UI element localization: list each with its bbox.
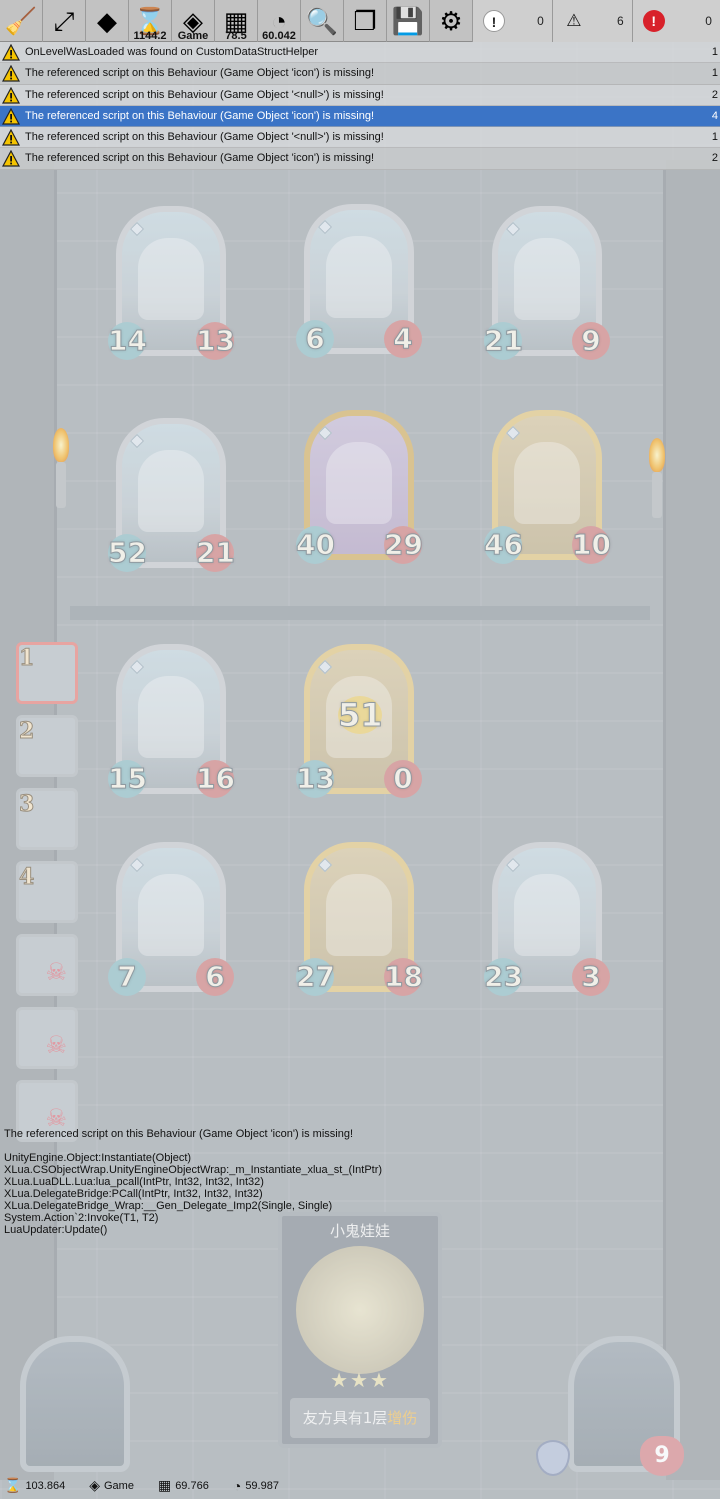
hourglass-icon: ⌛: [4, 1477, 22, 1493]
log-entry[interactable]: The referenced script on this Behaviour …: [0, 105, 720, 128]
search-button[interactable]: 🔍: [301, 0, 344, 42]
console-toolbar: 🧹 ⤢ ◆ ⌛ 1144.2 ◈ Game ▦ 78.5 ◔ 60.042 🔍 ❐ 💾 ⚙ ! 0 ⚠ 6 …: [0, 0, 720, 42]
error-icon: !: [642, 10, 665, 32]
status-item: ◈ Game: [89, 1477, 134, 1494]
memory-icon: ▦: [157, 1477, 172, 1493]
log-entry-text: OnLevelWasLoaded was found on CustomData…: [25, 46, 319, 58]
log-entry[interactable]: OnLevelWasLoaded was found on CustomData…: [0, 42, 720, 64]
toolbar-readout: 60.042: [262, 30, 296, 42]
error-filter-toggle[interactable]: ! 0: [632, 0, 720, 42]
status-item: ◔ 59.987: [233, 1478, 279, 1494]
search-icon: 🔍: [305, 6, 339, 36]
memory-button[interactable]: ▦ 78.5: [215, 0, 258, 42]
warning-count: 6: [617, 14, 624, 28]
log-entry-text: The referenced script on this Behaviour …: [25, 67, 375, 80]
warning-icon: [2, 86, 20, 104]
log-entry-count: 1: [711, 67, 718, 80]
status-value: 59.987: [245, 1479, 279, 1492]
log-entry-text: The referenced script on this Behaviour …: [25, 88, 384, 101]
unity-game-button[interactable]: ◈ Game: [172, 0, 215, 42]
warning-icon: [2, 65, 20, 82]
log-entry[interactable]: The referenced script on this Behaviour …: [0, 148, 720, 170]
status-value: Game: [103, 1479, 134, 1492]
settings-info-button[interactable]: ⚙: [430, 0, 473, 42]
unity-logo-button[interactable]: ◆: [86, 0, 129, 42]
status-item: ▦ 69.766: [158, 1477, 209, 1494]
warning-icon: [2, 107, 20, 125]
expand-button[interactable]: ⤢: [43, 0, 86, 42]
toolbar-readout: 1144.2: [133, 30, 167, 42]
toolbar-readout: 78.5: [225, 30, 247, 42]
console-overlay: [0, 0, 720, 1499]
log-entry-count: 4: [711, 109, 718, 122]
unity-game-icon: ◈: [89, 1477, 100, 1493]
log-entry-count: 2: [711, 88, 718, 101]
log-entry-count: 1: [711, 131, 718, 144]
error-count: 0: [705, 14, 712, 28]
speedometer-button[interactable]: ◔ 60.042: [258, 0, 301, 42]
log-entry-text: The referenced script on this Behaviour …: [25, 131, 384, 144]
log-detail: The referenced script on this Behaviour …: [4, 1128, 564, 1236]
status-value: 69.766: [175, 1479, 209, 1492]
warning-icon: [2, 150, 20, 168]
hourglass-button[interactable]: ⌛ 1144.2: [129, 0, 172, 42]
log-entry-text: The referenced script on this Behaviour …: [25, 109, 375, 122]
speedometer-icon: ◔: [232, 1477, 242, 1494]
settings-info-icon: ⚙: [439, 6, 463, 36]
info-count: 0: [537, 14, 544, 28]
log-entry-count: 1: [711, 46, 718, 58]
info-filter-toggle[interactable]: ! 0: [473, 0, 553, 42]
broom-icon: 🧹: [4, 6, 38, 36]
copy-button[interactable]: ❐: [344, 0, 387, 42]
status-item: ⌛ 103.864: [4, 1477, 65, 1494]
save-icon: 💾: [391, 6, 425, 36]
copy-icon: ❐: [353, 6, 377, 36]
warning-icon: ⚠: [566, 11, 582, 30]
unity-logo-icon: ◆: [97, 6, 117, 36]
save-button[interactable]: 💾: [387, 0, 430, 42]
warning-icon: [2, 129, 20, 146]
log-entry[interactable]: The referenced script on this Behaviour …: [0, 84, 720, 106]
log-entry[interactable]: The referenced script on this Behaviour …: [0, 63, 720, 85]
log-entry-text: The referenced script on this Behaviour …: [25, 152, 375, 165]
stack-trace[interactable]: UnityEngine.Object:Instantiate(Object) X…: [4, 1152, 564, 1236]
expand-icon: ⤢: [53, 6, 75, 36]
status-value: 103.864: [25, 1479, 66, 1492]
status-bar: ⌛ 103.864 ◈ Game ▦ 69.766 ◔ 59.987: [0, 1472, 720, 1499]
toolbar-readout: Game: [177, 30, 209, 42]
detail-message: The referenced script on this Behaviour …: [4, 1128, 354, 1140]
log-entry-count: 2: [711, 152, 718, 165]
broom-button[interactable]: 🧹: [0, 0, 43, 42]
log-entry[interactable]: The referenced script on this Behaviour …: [0, 127, 720, 149]
log-list: OnLevelWasLoaded was found on CustomData…: [0, 42, 720, 170]
warning-filter-toggle[interactable]: ⚠ 6: [552, 0, 633, 42]
warning-icon: [2, 44, 20, 61]
info-icon: !: [483, 10, 505, 32]
